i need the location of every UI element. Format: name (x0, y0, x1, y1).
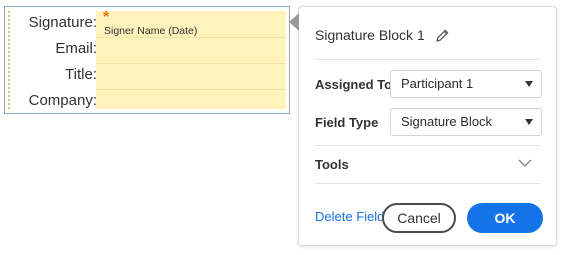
assigned-to-label: Assigned To (315, 77, 393, 92)
divider (315, 183, 540, 184)
divider (315, 59, 540, 60)
field-row-line (96, 89, 286, 90)
field-type-select[interactable]: Signature Block (390, 108, 542, 136)
field-edge-dots (8, 11, 10, 109)
field-type-value: Signature Block (401, 114, 493, 129)
popover-header: Signature Block 1 (315, 27, 450, 43)
ok-button[interactable]: OK (467, 203, 543, 233)
caret-down-icon (525, 119, 533, 125)
signature-block-field[interactable]: Signature: Email: Title: Company: * Sign… (4, 6, 290, 114)
signer-name-hint: Signer Name (Date) (104, 25, 198, 37)
popover-pointer (289, 13, 299, 31)
delete-field-link[interactable]: Delete Field (315, 209, 384, 224)
field-type-label: Field Type (315, 115, 379, 130)
divider (315, 145, 540, 146)
tools-section-label[interactable]: Tools (315, 157, 349, 172)
caret-down-icon (525, 81, 533, 87)
email-label: Email: (55, 40, 97, 57)
pencil-icon[interactable] (435, 28, 450, 43)
assigned-to-value: Participant 1 (401, 76, 474, 91)
cancel-button[interactable]: Cancel (382, 203, 456, 233)
field-name-title: Signature Block 1 (315, 27, 425, 43)
chevron-down-icon[interactable] (518, 158, 532, 168)
field-row-line (96, 37, 286, 38)
assigned-to-select[interactable]: Participant 1 (390, 70, 542, 98)
title-label: Title: (65, 66, 97, 83)
signature-input-area[interactable]: * Signer Name (Date) (96, 9, 286, 109)
signature-label: Signature: (28, 14, 97, 31)
field-row-line (96, 63, 286, 64)
company-label: Company: (28, 92, 97, 109)
field-properties-popover: Signature Block 1 Assigned To Participan… (289, 6, 557, 246)
